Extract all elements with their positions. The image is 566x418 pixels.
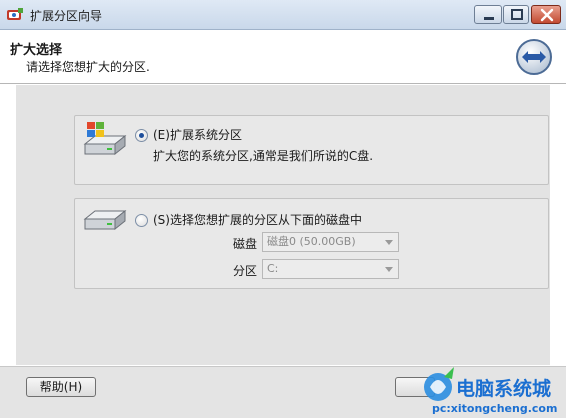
maximize-button[interactable] [503,5,529,24]
option-group-system: (E)扩展系统分区 扩大您的系统分区,通常是我们所说的C盘. [74,115,549,185]
wizard-header: 扩大选择 请选择您想扩大的分区. [0,31,566,84]
wizard-content: (E)扩展系统分区 扩大您的系统分区,通常是我们所说的C盘. (S)选择您想扩展… [16,85,550,365]
close-icon [540,8,554,22]
option-group-choose: (S)选择您想扩展的分区从下面的磁盘中 磁盘 磁盘0 (50.00GB) 分区 … [74,198,549,289]
watermark-url: pc:xitongcheng.com [432,402,557,415]
system-drive-icon [83,122,127,156]
chevron-down-icon [385,267,393,272]
radio-choose-partition[interactable] [135,214,148,227]
help-button[interactable]: 帮助(H) [26,377,96,397]
page-title: 扩大选择 [10,43,63,58]
chevron-down-icon [385,240,393,245]
wizard-window: 扩展分区向导 扩大选择 请选择您想扩大的分区. (E)扩展系统分区 扩大您的系统… [0,0,566,418]
extend-arrows-icon [516,39,552,75]
page-subtitle: 请选择您想扩大的分区. [26,60,150,74]
disk-label: 磁盘 [232,237,257,251]
window-title: 扩展分区向导 [30,9,103,23]
watermark-brand: 电脑系统城 [456,377,551,400]
maximize-icon [511,9,523,20]
option-choose-label[interactable]: (S)选择您想扩展的分区从下面的磁盘中 [153,211,362,228]
minimize-button[interactable] [474,5,502,24]
close-button[interactable] [531,5,561,24]
disk-select[interactable]: 磁盘0 (50.00GB) [262,232,399,252]
option-system-description: 扩大您的系统分区,通常是我们所说的C盘. [153,149,374,163]
title-bar[interactable]: 扩展分区向导 [0,0,566,30]
watermark-logo: 电脑系统城 pc:xitongcheng.com [424,367,557,415]
disk-drive-icon [83,209,127,231]
disk-select-value: 磁盘0 (50.00GB) [267,235,356,248]
partition-label: 分区 [232,264,257,278]
radio-extend-system[interactable] [135,129,148,142]
minimize-icon [484,17,494,20]
option-system-label[interactable]: (E)扩展系统分区 [153,126,242,143]
app-icon [7,8,23,20]
partition-select[interactable]: C: [262,259,399,279]
partition-select-value: C: [267,262,279,275]
